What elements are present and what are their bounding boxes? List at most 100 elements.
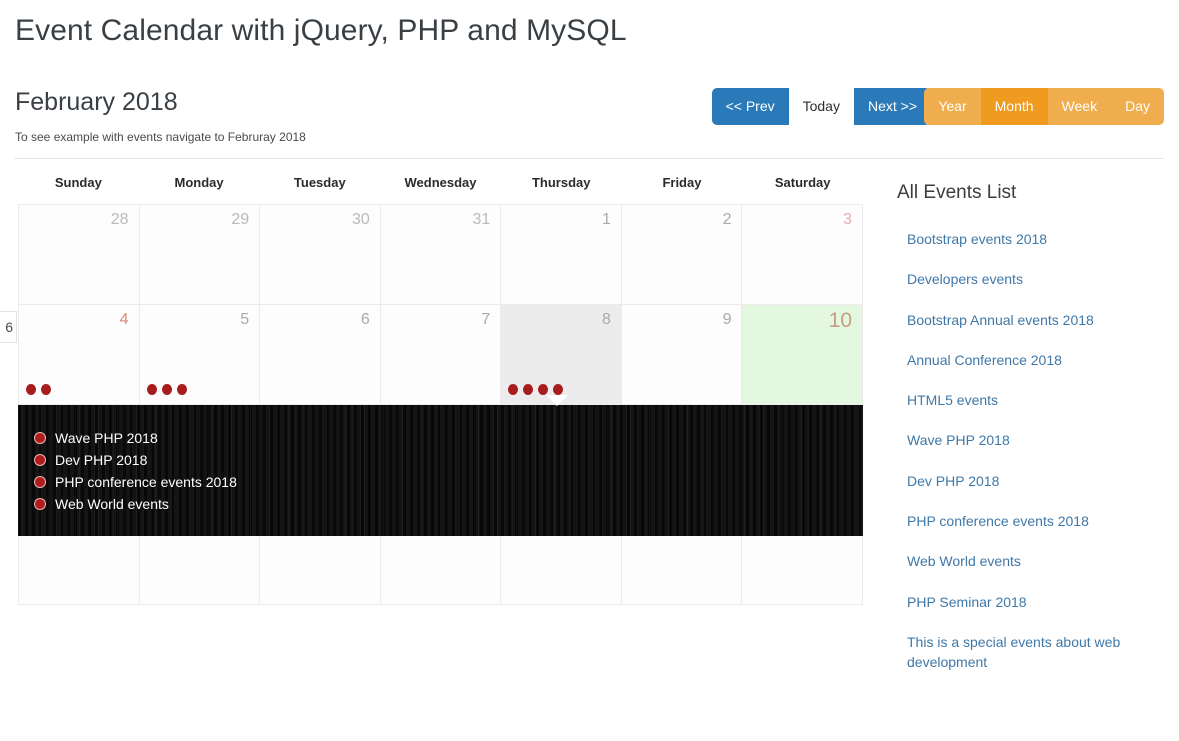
all-events-link[interactable]: HTML5 events <box>897 383 1167 417</box>
prev-button[interactable]: << Prev <box>711 88 789 125</box>
day-number: 7 <box>481 311 491 328</box>
month-title: February 2018 <box>15 88 178 116</box>
calendar-view-button-group: Year Month Week Day <box>924 88 1164 125</box>
popup-event-item[interactable]: Dev PHP 2018 <box>34 449 237 471</box>
event-dot-group[interactable] <box>26 384 51 395</box>
day-number: 6 <box>360 311 370 328</box>
calendar-day-cell[interactable]: 3 <box>742 205 864 305</box>
calendar-page: Event Calendar with jQuery, PHP and MySQ… <box>0 0 1179 741</box>
all-events-list-item: HTML5 events <box>897 383 1167 417</box>
calendar-day-cell[interactable]: 2 <box>621 205 743 305</box>
popup-event-item[interactable]: Wave PHP 2018 <box>34 427 237 449</box>
day-number: 31 <box>472 211 491 228</box>
event-bullet-icon <box>34 476 46 488</box>
all-events-link[interactable]: Bootstrap events 2018 <box>897 222 1167 256</box>
event-dot-icon[interactable] <box>161 384 172 395</box>
next-button[interactable]: Next >> <box>853 88 931 125</box>
all-events-link[interactable]: Web World events <box>897 544 1167 578</box>
day-number: 29 <box>231 211 250 228</box>
calendar-day-cell[interactable]: 31 <box>380 205 502 305</box>
page-title: Event Calendar with jQuery, PHP and MySQ… <box>15 14 627 47</box>
event-dot-icon[interactable] <box>538 384 549 395</box>
calendar-day-cell[interactable]: 30 <box>260 205 381 305</box>
popup-caret-icon <box>546 395 568 406</box>
event-dot-icon[interactable] <box>508 384 519 395</box>
calendar-day-cell[interactable]: 29 <box>139 205 261 305</box>
calendar-day-cell[interactable]: 9 <box>621 305 743 405</box>
popup-event-list: Wave PHP 2018 Dev PHP 2018 PHP conference … <box>34 427 237 515</box>
day-number: 2 <box>722 211 732 228</box>
all-events-panel: All Events List Bootstrap events 2018 Dev… <box>897 182 1167 686</box>
calendar-week-row: 28 29 30 31 1 2 3 <box>18 205 864 305</box>
event-dot-icon[interactable] <box>523 384 534 395</box>
event-dot-group[interactable] <box>146 384 187 395</box>
day-number: 10 <box>828 309 853 332</box>
all-events-link[interactable]: This is a special events about web devel… <box>897 625 1167 680</box>
weekday-header-tuesday: Tuesday <box>293 175 346 190</box>
calendar-week-row: 4 5 6 7 8 9 10 <box>18 305 864 405</box>
today-button[interactable]: Today <box>788 88 854 125</box>
day-number: 1 <box>601 211 611 228</box>
day-number: 3 <box>843 211 853 228</box>
calendar-day-cell[interactable]: 10 <box>742 305 864 405</box>
calendar-day-cell[interactable]: 28 <box>18 205 140 305</box>
all-events-link[interactable]: Dev PHP 2018 <box>897 464 1167 498</box>
event-bullet-icon <box>34 498 46 510</box>
all-events-list-item: Annual Conference 2018 <box>897 343 1167 377</box>
all-events-list-item: Bootstrap events 2018 <box>897 222 1167 256</box>
instruction-note: To see example with events navigate to F… <box>15 130 306 144</box>
event-dot-icon[interactable] <box>176 384 187 395</box>
all-events-link[interactable]: Wave PHP 2018 <box>897 423 1167 457</box>
event-dot-icon[interactable] <box>26 384 36 395</box>
weekday-header-wednesday: Wednesday <box>404 175 477 190</box>
calendar-day-cell[interactable]: 5 <box>139 305 261 405</box>
calendar-day-cell[interactable]: 6 <box>260 305 381 405</box>
all-events-link[interactable]: Annual Conference 2018 <box>897 343 1167 377</box>
all-events-list-item: Developers events <box>897 262 1167 296</box>
event-bullet-icon <box>34 432 46 444</box>
weekday-header-friday: Friday <box>662 175 702 190</box>
weekday-header-monday: Monday <box>174 175 224 190</box>
all-events-list-item: PHP conference events 2018 <box>897 504 1167 538</box>
weekday-header-saturday: Saturday <box>774 175 831 190</box>
month-view-button[interactable]: Month <box>980 88 1048 125</box>
day-number: 4 <box>119 311 129 328</box>
popup-event-item[interactable]: Web World events <box>34 493 237 515</box>
all-events-list-item: Bootstrap Annual events 2018 <box>897 303 1167 337</box>
event-bullet-icon <box>34 454 46 466</box>
event-details-popup[interactable]: Wave PHP 2018 Dev PHP 2018 PHP conference … <box>18 405 863 536</box>
event-dot-icon[interactable] <box>553 384 564 395</box>
event-dot-group[interactable] <box>508 384 564 395</box>
all-events-link[interactable]: PHP conference events 2018 <box>897 504 1167 538</box>
calendar-day-cell[interactable]: 4 <box>18 305 140 405</box>
popup-event-item[interactable]: PHP conference events 2018 <box>34 471 237 493</box>
popup-event-label: Dev PHP 2018 <box>55 452 148 468</box>
all-events-link[interactable]: Developers events <box>897 262 1167 296</box>
all-events-title: All Events List <box>897 182 1017 203</box>
popup-event-label: Wave PHP 2018 <box>55 430 158 446</box>
week-view-button[interactable]: Week <box>1047 88 1112 125</box>
year-view-button[interactable]: Year <box>924 88 981 125</box>
edge-week-badge: 6 <box>0 311 17 343</box>
calendar-day-cell[interactable]: 8 <box>501 305 622 405</box>
header-divider <box>14 158 1164 159</box>
weekday-header-thursday: Thursday <box>531 175 591 190</box>
event-dot-icon[interactable] <box>146 384 157 395</box>
day-number: 30 <box>351 211 370 228</box>
all-events-list-item: This is a special events about web devel… <box>897 625 1167 680</box>
all-events-list-item: Web World events <box>897 544 1167 578</box>
day-view-button[interactable]: Day <box>1111 88 1164 125</box>
calendar-weekday-header: Sunday Monday Tuesday Wednesday Thursday Frid… <box>18 172 863 204</box>
all-events-list-item: PHP Seminar 2018 <box>897 585 1167 619</box>
day-number: 8 <box>601 311 611 328</box>
all-events-link-list: Bootstrap events 2018 Developers events Bo… <box>897 222 1167 680</box>
event-dot-icon[interactable] <box>41 384 51 395</box>
all-events-list-item: Wave PHP 2018 <box>897 423 1167 457</box>
all-events-list-item: Dev PHP 2018 <box>897 464 1167 498</box>
all-events-link[interactable]: PHP Seminar 2018 <box>897 585 1167 619</box>
day-number: 28 <box>110 211 129 228</box>
calendar-day-cell[interactable]: 1 <box>501 205 622 305</box>
calendar-day-cell[interactable]: 7 <box>380 305 502 405</box>
all-events-link[interactable]: Bootstrap Annual events 2018 <box>897 303 1167 337</box>
calendar: Sunday Monday Tuesday Wednesday Thursday Frid… <box>18 172 864 605</box>
